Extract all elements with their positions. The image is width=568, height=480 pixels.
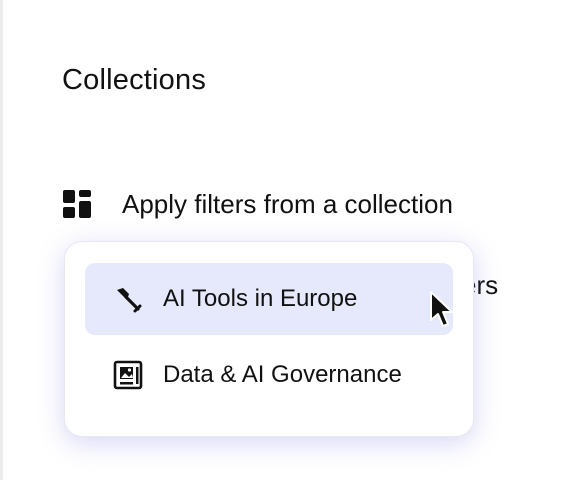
mouse-pointer-icon [430, 291, 453, 327]
menu-item-data-ai-governance[interactable]: Data & AI Governance [85, 339, 453, 411]
shovel-icon [117, 288, 142, 313]
menu-item-label: Data & AI Governance [163, 361, 402, 388]
left-divider [0, 0, 3, 480]
apply-filters-label: Apply filters from a collection [122, 188, 453, 219]
obscured-row-text: ers [470, 270, 499, 300]
menu-item-label: AI Tools in Europe [163, 285, 358, 312]
image-frame-icon [113, 360, 143, 390]
apply-filters-from-collection-button[interactable]: Apply filters from a collection [62, 186, 453, 222]
collections-dropdown: AI Tools in Europe Data & AI Governance [64, 241, 474, 437]
section-title: Collections [62, 64, 207, 96]
menu-item-ai-tools-in-europe[interactable]: AI Tools in Europe [85, 263, 453, 335]
dashboard-grid-icon [63, 190, 91, 218]
